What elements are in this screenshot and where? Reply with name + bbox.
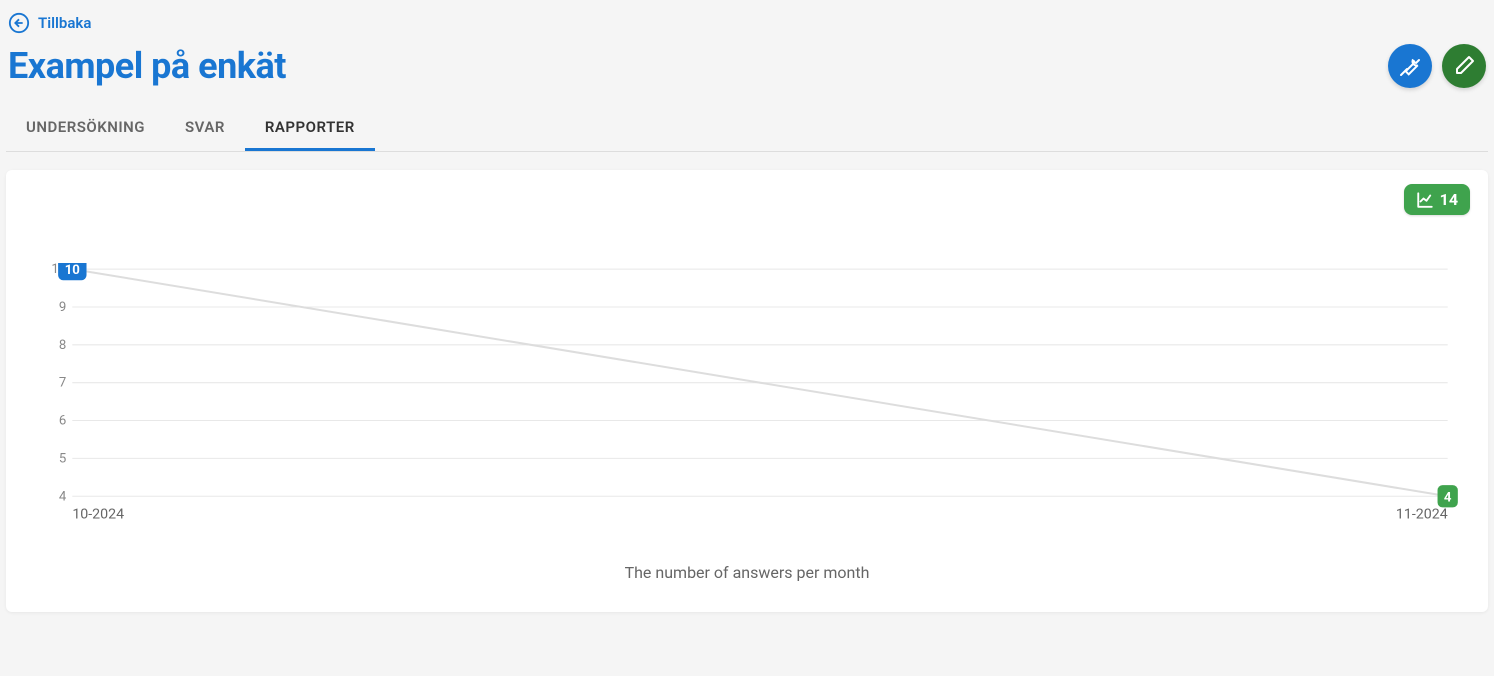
chart-svg: 4567891010-202411-2024104 xyxy=(50,263,1470,527)
tabs: UNDERSÖKNING SVAR RAPPORTER xyxy=(6,106,1488,152)
svg-text:5: 5 xyxy=(59,451,66,466)
tab-reports[interactable]: RAPPORTER xyxy=(245,106,375,151)
badge-count: 14 xyxy=(1440,190,1458,209)
page-title: Exampel på enkät xyxy=(8,45,286,87)
pencil-icon xyxy=(1452,54,1476,78)
back-label: Tillbaka xyxy=(38,14,91,32)
edit-button[interactable] xyxy=(1442,44,1486,88)
svg-text:6: 6 xyxy=(59,414,66,429)
arrow-left-icon xyxy=(8,12,30,34)
tools-icon xyxy=(1398,54,1422,78)
back-link[interactable]: Tillbaka xyxy=(6,8,93,44)
svg-text:9: 9 xyxy=(59,300,66,315)
chart: 4567891010-202411-2024104 xyxy=(24,263,1470,527)
tab-investigation[interactable]: UNDERSÖKNING xyxy=(6,106,165,151)
report-card: 14 4567891010-202411-2024104 The number … xyxy=(6,170,1488,612)
tab-answers[interactable]: SVAR xyxy=(165,106,245,151)
svg-text:10-2024: 10-2024 xyxy=(72,507,124,523)
responses-badge[interactable]: 14 xyxy=(1404,184,1470,215)
action-buttons xyxy=(1388,44,1486,88)
svg-text:11-2024: 11-2024 xyxy=(1396,507,1448,523)
chart-caption: The number of answers per month xyxy=(24,563,1470,582)
svg-text:7: 7 xyxy=(59,376,66,391)
settings-button[interactable] xyxy=(1388,44,1432,88)
svg-text:10: 10 xyxy=(65,263,80,278)
svg-text:4: 4 xyxy=(59,489,67,504)
svg-text:4: 4 xyxy=(1444,490,1452,505)
svg-text:8: 8 xyxy=(59,338,66,353)
line-chart-icon xyxy=(1416,191,1434,209)
